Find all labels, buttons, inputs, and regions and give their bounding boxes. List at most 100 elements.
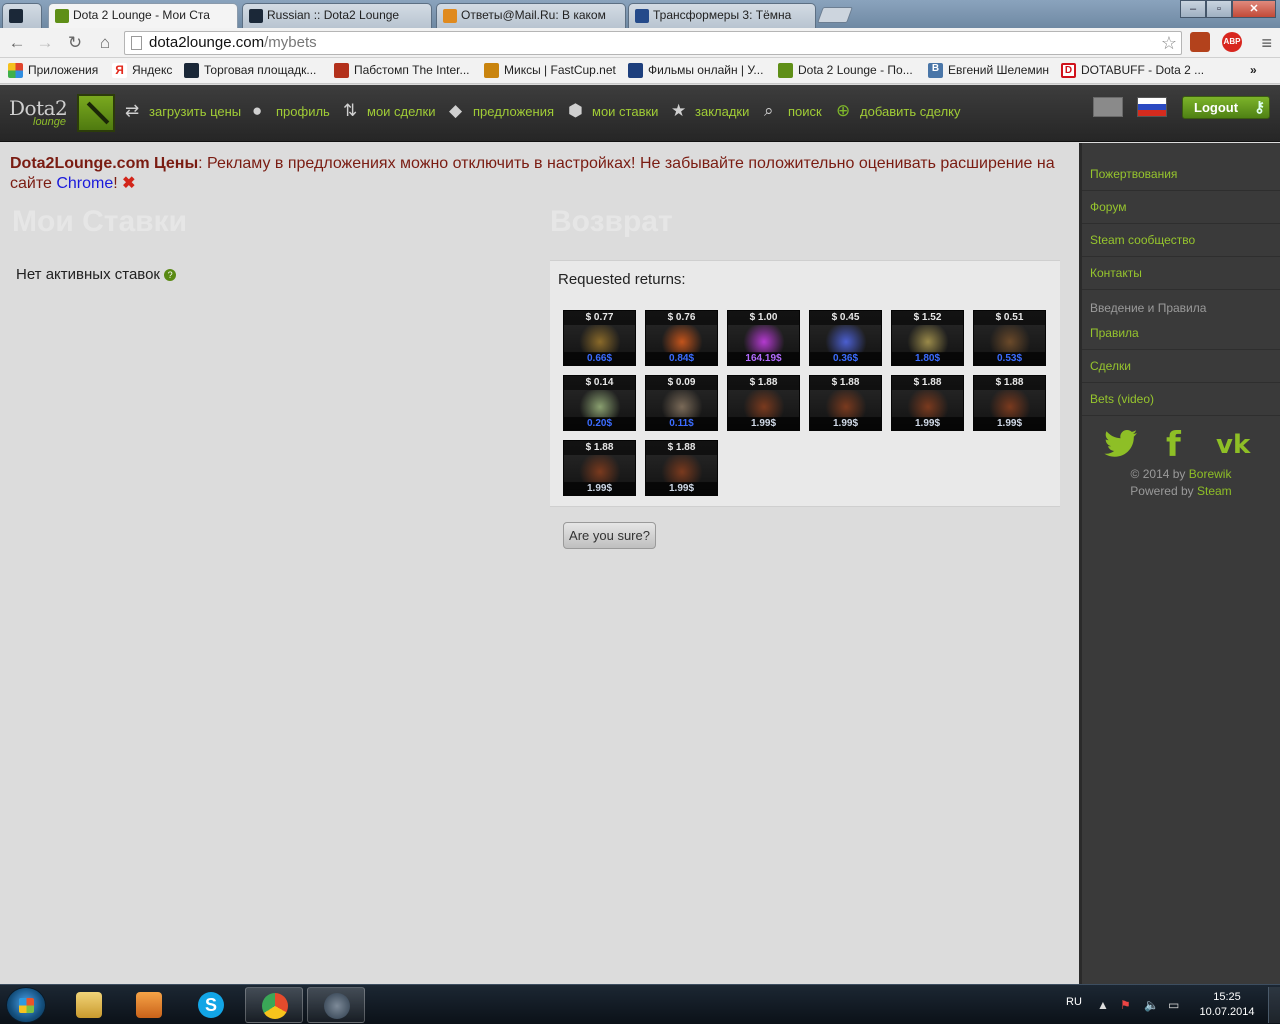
taskbar-skype[interactable]: S — [182, 987, 240, 1023]
sidebar-link-donations[interactable]: Пожертвования — [1082, 158, 1280, 191]
sidebar-link-steam-community[interactable]: Steam сообщество — [1082, 224, 1280, 257]
chrome-link[interactable]: Chrome — [56, 175, 113, 192]
bookmark-apps[interactable]: Приложения — [8, 63, 98, 78]
right-sidebar: Пожертвования Форум Steam сообщество Кон… — [1079, 143, 1280, 984]
back-button[interactable]: ← — [6, 32, 28, 54]
confirm-return-button[interactable]: Are you sure? — [563, 522, 656, 549]
return-item-card[interactable]: $ 0.77 0.66$ — [563, 310, 636, 366]
logout-button[interactable]: Logout ⚷ — [1182, 96, 1270, 119]
return-item-card[interactable]: $ 1.88 1.99$ — [727, 375, 800, 431]
author-link[interactable]: Borewik — [1189, 467, 1232, 481]
return-item-card[interactable]: $ 0.45 0.36$ — [809, 310, 882, 366]
maximize-button[interactable]: ▫ — [1206, 0, 1232, 18]
nav-search[interactable]: ⌕ поиск — [764, 101, 822, 120]
system-clock[interactable]: 15:25 10.07.2014 — [1196, 990, 1258, 1020]
home-icon[interactable]: ⌂ — [94, 32, 116, 54]
nav-label: закладки — [695, 104, 750, 119]
return-item-card[interactable]: $ 1.88 1.99$ — [563, 440, 636, 496]
site-logo[interactable]: Dota2 lounge — [9, 94, 117, 134]
twitter-icon[interactable] — [1104, 430, 1138, 465]
taskbar-media-player[interactable] — [120, 987, 178, 1023]
nav-my-bets[interactable]: ⬢ мои ставки — [568, 101, 658, 120]
return-item-card[interactable]: $ 1.88 1.99$ — [973, 375, 1046, 431]
sidebar-link-contacts[interactable]: Контакты — [1082, 257, 1280, 290]
tray-expand-icon[interactable]: ▲ — [1097, 998, 1109, 1012]
bookmark-dotabuff[interactable]: D DOTABUFF - Dota 2 ... — [1061, 63, 1205, 78]
nav-load-prices[interactable]: ⇄ загрузить цены — [125, 101, 241, 120]
address-bar[interactable]: dota2lounge.com/mybets ☆ — [124, 31, 1182, 55]
explorer-icon — [76, 992, 102, 1018]
nav-bookmarks[interactable]: ★ закладки — [671, 101, 750, 120]
bookmark-steam-market[interactable]: Торговая площадк... — [184, 63, 316, 78]
input-language-indicator[interactable]: RU — [1066, 996, 1082, 1008]
tab-dota2lounge-mybets[interactable]: Dota 2 Lounge - Мои Ста — [48, 3, 238, 29]
bookmark-films[interactable]: Фильмы онлайн | У... — [628, 63, 763, 78]
tab-mail-answers[interactable]: Ответы@Mail.Ru: В каком — [436, 3, 626, 28]
add-circle-icon: ⊕ — [836, 101, 851, 120]
bookmark-star-icon[interactable]: ☆ — [1161, 32, 1177, 54]
return-item-card[interactable]: $ 1.88 1.99$ — [891, 375, 964, 431]
bookmarks-overflow-button[interactable]: » — [1250, 63, 1257, 77]
taskbar-chrome[interactable] — [245, 987, 303, 1023]
sidebar-link-trades[interactable]: Сделки — [1082, 350, 1280, 383]
page-icon — [131, 36, 142, 50]
browser-menu-icon[interactable]: ≡ — [1261, 33, 1272, 54]
return-item-card[interactable]: $ 1.00 164.19$ — [727, 310, 800, 366]
show-desktop-button[interactable] — [1268, 987, 1280, 1023]
return-item-card[interactable]: $ 0.76 0.84$ — [645, 310, 718, 366]
facebook-icon[interactable]: f — [1166, 428, 1181, 462]
return-item-card[interactable]: $ 0.09 0.11$ — [645, 375, 718, 431]
bookmark-yandex[interactable]: Я Яндекс — [112, 63, 173, 78]
item-price: $ 1.52 — [913, 312, 942, 323]
powered-by-line: Powered by Steam — [1082, 484, 1280, 498]
dota-extension-icon[interactable] — [1190, 32, 1210, 52]
bookmark-label: DOTABUFF - Dota 2 ... — [1081, 63, 1205, 77]
help-icon[interactable]: ? — [164, 269, 177, 282]
item-market-value: 1.99$ — [668, 483, 695, 494]
return-item-card[interactable]: $ 0.51 0.53$ — [973, 310, 1046, 366]
nav-add-trade[interactable]: ⊕ добавить сделку — [836, 101, 961, 120]
sidebar-link-rules[interactable]: Правила — [1082, 317, 1280, 350]
nav-label: профиль — [276, 104, 330, 119]
browser-tab-strip: Dota 2 Lounge - Мои Ста Russian :: Dota2… — [0, 0, 1280, 29]
return-item-card[interactable]: $ 1.52 1.80$ — [891, 310, 964, 366]
bookmark-pubstomp[interactable]: Пабстомп The Inter... — [334, 63, 470, 78]
tab-steam[interactable] — [2, 3, 42, 28]
user-icon: ● — [252, 101, 263, 120]
vk-icon[interactable]: vk — [1216, 430, 1250, 460]
tab-russian-dota2lounge[interactable]: Russian :: Dota2 Lounge — [242, 3, 432, 28]
taskbar-explorer[interactable] — [60, 987, 118, 1023]
new-tab-button[interactable] — [817, 7, 853, 23]
action-center-flag-icon[interactable]: ⚑ — [1120, 998, 1131, 1012]
nav-profile[interactable]: ● профиль — [252, 101, 330, 120]
media-player-icon — [136, 992, 162, 1018]
network-icon[interactable]: ▭ — [1168, 998, 1179, 1012]
bookmark-dota2lounge[interactable]: Dota 2 Lounge - По... — [778, 63, 913, 78]
adblock-icon[interactable]: ABP — [1222, 32, 1242, 52]
tab-transformers[interactable]: Трансформеры 3: Тёмна — [628, 3, 816, 28]
nav-my-trades[interactable]: ⇅ мои сделки — [343, 101, 435, 120]
nav-label: добавить сделку — [860, 104, 961, 119]
minimize-button[interactable]: – — [1180, 0, 1206, 18]
taskbar-steam[interactable] — [307, 987, 365, 1023]
steam-link[interactable]: Steam — [1197, 484, 1232, 498]
return-item-card[interactable]: $ 1.88 1.99$ — [809, 375, 882, 431]
item-market-value: 164.19$ — [745, 353, 782, 364]
bookmark-vk-profile[interactable]: B Евгений Шелемин — [928, 63, 1049, 78]
forward-button[interactable]: → — [34, 32, 56, 54]
language-flag-russia[interactable] — [1137, 97, 1167, 117]
url-host: dota2lounge.com — [149, 34, 265, 51]
close-window-button[interactable]: ✕ — [1232, 0, 1276, 18]
bookmark-label: Яндекс — [132, 63, 173, 77]
close-notice-icon[interactable]: ✖ — [122, 175, 135, 192]
return-item-card[interactable]: $ 1.88 1.99$ — [645, 440, 718, 496]
volume-icon[interactable]: 🔈 — [1144, 998, 1159, 1012]
sidebar-link-forum[interactable]: Форум — [1082, 191, 1280, 224]
reload-button[interactable]: ↻ — [64, 32, 86, 54]
return-item-card[interactable]: $ 0.14 0.20$ — [563, 375, 636, 431]
language-flag-blank[interactable] — [1093, 97, 1123, 117]
nav-offers[interactable]: ◆ предложения — [449, 101, 554, 120]
bookmark-fastcup[interactable]: Миксы | FastCup.net — [484, 63, 616, 78]
start-button[interactable] — [6, 987, 46, 1023]
sidebar-link-bets-video[interactable]: Bets (video) — [1082, 383, 1280, 416]
